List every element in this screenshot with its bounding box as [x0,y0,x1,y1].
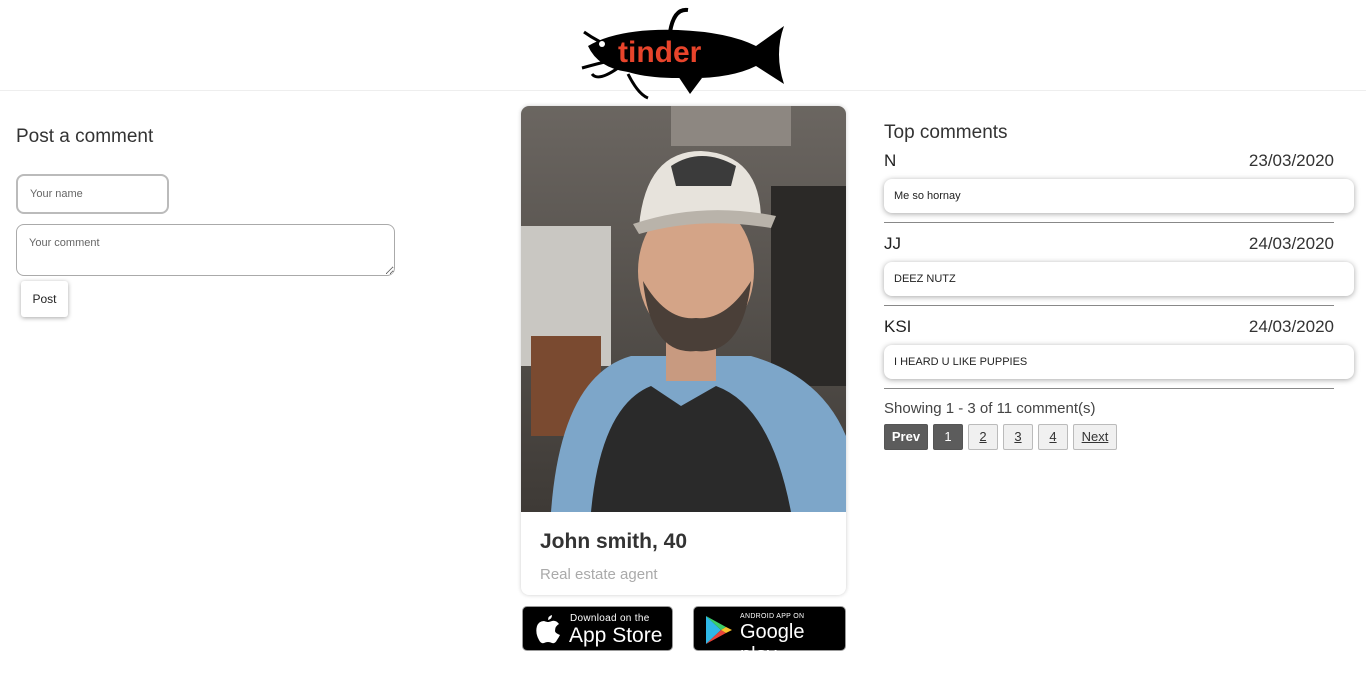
tinder-catfish-logo[interactable]: tinder [578,2,790,102]
comment-text: I HEARD U LIKE PUPPIES [884,345,1354,379]
name-input[interactable] [16,174,169,214]
comment-author: KSI [884,317,912,336]
profile-name: John smith, 40 [540,530,688,553]
google-play-badge[interactable]: ANDROID APP ON Google play [693,606,846,666]
page-4-button[interactable]: 4 [1038,424,1068,450]
app-store-small-text: Download on the [570,613,650,624]
profile-job: Real estate agent [540,566,658,583]
google-play-big-text: Google play [740,621,805,666]
profile-card: John smith, 40 Real estate agent [521,106,846,595]
comment-divider [884,388,1334,389]
comment-divider [884,222,1334,223]
comment-author: JJ [884,234,901,253]
prev-page-button[interactable]: Prev [884,424,928,450]
comment-date: 23/03/2020 [1248,151,1334,170]
showing-count: Showing 1 - 3 of 11 comment(s) [884,400,1096,417]
page-2-button[interactable]: 2 [968,424,998,450]
comment-textarea[interactable] [16,224,395,276]
post-comment-title: Post a comment [16,126,154,147]
google-play-small-text: ANDROID APP ON [740,613,805,620]
post-button[interactable]: Post [21,281,68,317]
comment-author: N [884,151,897,170]
comment-text: Me so hornay [884,179,1354,213]
page-1-button[interactable]: 1 [933,424,963,450]
comment-date: 24/03/2020 [1248,234,1334,253]
next-page-button[interactable]: Next [1073,424,1117,450]
page-3-button[interactable]: 3 [1003,424,1033,450]
logo-text: tinder [618,36,702,69]
top-comments-title: Top comments [884,122,1008,143]
play-icon [706,616,732,644]
comment-text: DEEZ NUTZ [884,262,1354,296]
comment-date: 24/03/2020 [1248,317,1334,336]
profile-photo [521,106,846,512]
app-store-badge[interactable]: Download on the App Store [522,606,673,651]
app-store-big-text: App Store [569,624,663,647]
comment-divider [884,305,1334,306]
apple-icon [536,615,560,644]
